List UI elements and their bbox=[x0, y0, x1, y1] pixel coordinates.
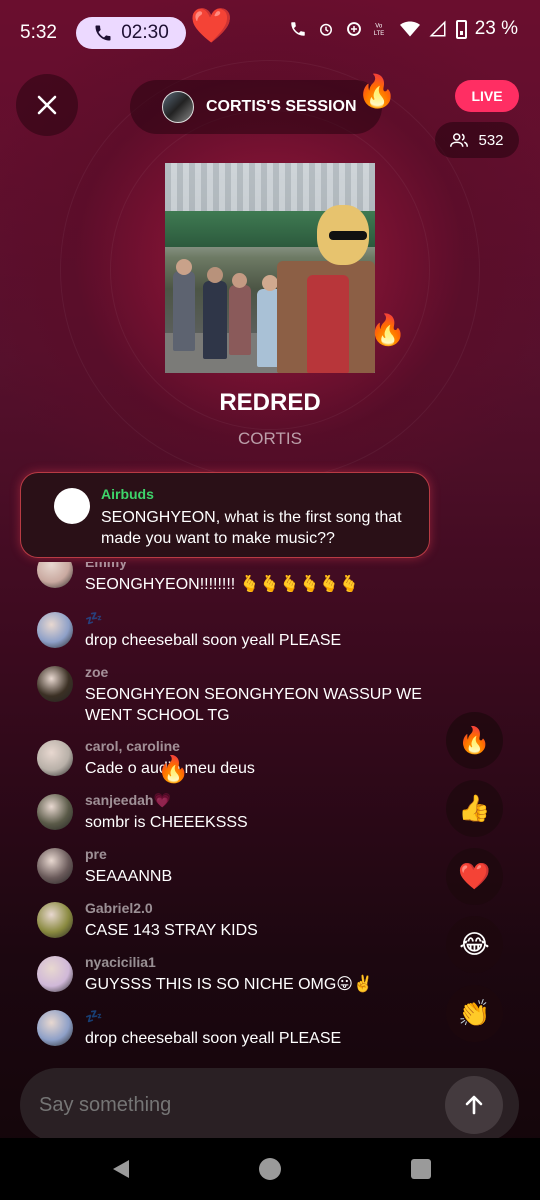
chat-author: sanjeedah💗 bbox=[85, 792, 171, 808]
data-saver-icon bbox=[344, 19, 364, 39]
chat-author: zoe bbox=[85, 664, 109, 680]
chat-author: nyacicilia1 bbox=[85, 954, 156, 970]
avatar bbox=[37, 562, 73, 588]
chat-text: drop cheeseball soon yeall PLEASE bbox=[85, 632, 342, 649]
viewer-count: 532 bbox=[478, 131, 504, 149]
svg-text:LTE: LTE bbox=[373, 31, 384, 37]
reaction-clapping-button[interactable]: 👏 bbox=[446, 985, 503, 1042]
live-badge: LIVE bbox=[455, 80, 519, 112]
chat-text: sombr is CHEEEKSSS bbox=[85, 814, 248, 831]
session-title: CORTIS'S SESSION bbox=[206, 98, 357, 115]
ongoing-call-chip[interactable]: 02:30 bbox=[76, 17, 186, 49]
chat-list[interactable]: Emmy SEONGHYEON!!!!!!!! 🫰🫰🫰🫰🫰🫰 💤 drop ch… bbox=[0, 562, 440, 1062]
avatar bbox=[37, 666, 73, 702]
status-icons: Vo LTE 23 % bbox=[288, 18, 518, 40]
avatar bbox=[37, 794, 73, 830]
wifi-calling-icon bbox=[288, 19, 308, 39]
battery-percent: 23 % bbox=[474, 18, 518, 39]
avatar bbox=[37, 612, 73, 648]
viewer-count-badge[interactable]: 532 bbox=[435, 122, 519, 158]
fire-emoji: 🔥 bbox=[157, 754, 190, 784]
phone-icon bbox=[95, 25, 111, 41]
alarm-icon bbox=[316, 19, 336, 39]
song-title: REDRED bbox=[219, 389, 321, 416]
home-icon[interactable] bbox=[259, 1158, 281, 1180]
chat-text: drop cheeseball soon yeall PLEASE bbox=[85, 1030, 342, 1047]
album-art bbox=[165, 163, 375, 373]
volte-icon: Vo LTE bbox=[372, 19, 392, 39]
chat-author: 💤 bbox=[85, 1008, 103, 1024]
avatar bbox=[37, 956, 73, 992]
chat-text: SEONGHYEON!!!!!!!! 🫰🫰🫰🫰🫰🫰 bbox=[85, 576, 360, 593]
chat-author: Gabriel2.0 bbox=[85, 900, 153, 916]
chat-author: pre bbox=[85, 846, 107, 862]
status-time: 5:32 bbox=[20, 22, 57, 43]
call-timer: 02:30 bbox=[121, 22, 169, 43]
question-author: Airbuds bbox=[101, 486, 154, 502]
chat-text: GUYSSS THIS IS SO NICHE OMG😛✌️ bbox=[85, 976, 373, 993]
song-artist: CORTIS bbox=[238, 429, 302, 448]
chat-author: carol, caroline bbox=[85, 738, 180, 754]
reaction-thumbs-up-button[interactable]: 👍 bbox=[446, 780, 503, 837]
chat-text: CASE 143 STRAY KIDS bbox=[85, 922, 258, 939]
fire-emoji: 🔥 bbox=[369, 314, 407, 347]
avatar bbox=[37, 902, 73, 938]
recents-icon[interactable] bbox=[411, 1159, 431, 1179]
chat-author: Emmy bbox=[85, 562, 128, 570]
people-icon bbox=[450, 133, 469, 147]
avatar bbox=[37, 740, 73, 776]
pinned-question-card[interactable]: 😃 Airbuds SEONGHYEON, what is the first … bbox=[20, 472, 430, 558]
battery-icon bbox=[455, 19, 467, 39]
avatar bbox=[37, 848, 73, 884]
session-header[interactable]: CORTIS'S SESSION bbox=[130, 80, 382, 134]
chat-text: Cade o audio meu deus bbox=[85, 760, 255, 777]
send-button[interactable] bbox=[445, 1076, 503, 1134]
session-avatar bbox=[162, 91, 194, 123]
message-composer bbox=[20, 1068, 519, 1142]
system-nav-bar bbox=[0, 1138, 540, 1200]
close-icon bbox=[37, 95, 57, 115]
close-button[interactable] bbox=[16, 74, 78, 136]
svg-text:Vo: Vo bbox=[375, 24, 383, 30]
chat-text: SEAAANNB bbox=[85, 868, 173, 885]
chat-text: SEONGHYEON SEONGHYEON WASSUP WE WENT SCH… bbox=[85, 686, 422, 724]
chat-author: 💤 bbox=[85, 610, 103, 626]
reaction-heart-button[interactable]: ❤️ bbox=[446, 848, 503, 905]
signal-icon bbox=[428, 19, 448, 39]
heart-emoji: ❤️ bbox=[190, 7, 233, 45]
arrow-up-icon bbox=[465, 1095, 483, 1115]
reaction-fire-button[interactable]: 🔥 bbox=[446, 712, 503, 769]
question-text: SEONGHYEON, what is the first song that … bbox=[101, 509, 402, 547]
fire-emoji: 🔥 bbox=[357, 73, 397, 109]
avatar bbox=[37, 1010, 73, 1046]
question-avatar: 😃 bbox=[54, 488, 90, 524]
reaction-laughing-button[interactable]: 😂 bbox=[446, 916, 503, 973]
back-icon[interactable] bbox=[110, 1158, 132, 1180]
message-input[interactable] bbox=[39, 1093, 445, 1117]
wifi-icon bbox=[399, 19, 420, 39]
